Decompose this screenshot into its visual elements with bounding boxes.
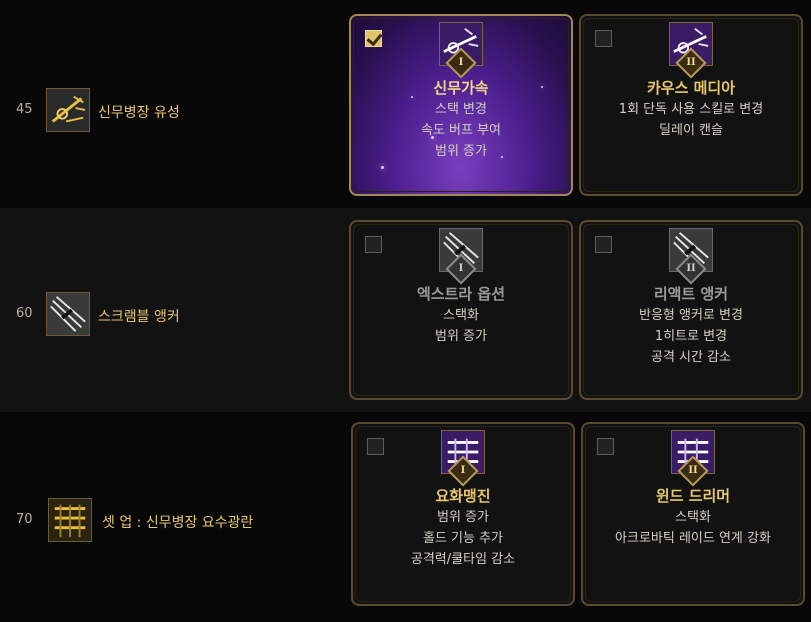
tripod-option-card[interactable]: I 신무가속 스택 변경 속도 버프 부여 범위 증가 [349, 14, 573, 196]
skill-level: 60 [16, 306, 33, 321]
tripod-row-60: 60 스크램블 앵커 I 엑스트라 옵션 스택화 범위 증가 II 리액트 앵커… [0, 208, 811, 412]
option-title: 카우스 메디아 [646, 79, 736, 97]
option-title: 윈드 드리머 [655, 487, 731, 505]
option-title: 엑스트라 옵션 [416, 285, 506, 303]
skill-level: 45 [16, 102, 33, 117]
option-checkbox[interactable] [365, 30, 382, 47]
option-description: 스택 변경 속도 버프 부여 범위 증가 [420, 102, 502, 159]
option-title: 신무가속 [433, 79, 489, 97]
option-checkbox[interactable] [595, 236, 612, 253]
option-title: 요화맹진 [435, 487, 491, 505]
option-checkbox[interactable] [595, 30, 612, 47]
option-description: 스택화 아크로바틱 레이드 연계 강화 [615, 510, 771, 546]
tripod-option-card[interactable]: II 윈드 드리머 스택화 아크로바틱 레이드 연계 강화 [581, 422, 805, 606]
tripod-option-card[interactable]: I 엑스트라 옵션 스택화 범위 증가 [349, 220, 573, 400]
yosu-gwangran-icon[interactable] [48, 498, 92, 542]
skill-name: 셋 업 : 신무병장 요수광란 [102, 515, 254, 531]
tripod-option-card[interactable]: II 카우스 메디아 1회 단독 사용 스킬로 변경 딜레이 캔슬 [579, 14, 803, 196]
option-title: 리액트 앵커 [653, 285, 729, 303]
option-checkbox[interactable] [597, 438, 614, 455]
scramble-anchor-icon[interactable] [46, 292, 90, 336]
option-description: 1회 단독 사용 스킬로 변경 딜레이 캔슬 [618, 102, 764, 138]
option-description: 범위 증가 홀드 기능 추가 공격력/쿨타임 감소 [410, 510, 516, 567]
option-checkbox[interactable] [367, 438, 384, 455]
comet-spear-icon[interactable] [46, 88, 90, 132]
tripod-option-card[interactable]: II 리액트 앵커 반응형 앵커로 변경 1히트로 변경 공격 시간 감소 [579, 220, 803, 400]
skill-level: 70 [16, 512, 33, 527]
option-description: 반응형 앵커로 변경 1히트로 변경 공격 시간 감소 [639, 308, 743, 365]
tripod-row-70: 70 셋 업 : 신무병장 요수광란 I 요화맹진 범위 증가 홀드 기능 추가… [0, 412, 811, 622]
option-checkbox[interactable] [365, 236, 382, 253]
tripod-option-card[interactable]: I 요화맹진 범위 증가 홀드 기능 추가 공격력/쿨타임 감소 [351, 422, 575, 606]
tripod-row-45: 45 신무병장 유성 I 신무가속 스택 변경 속도 버프 부여 범위 증가 I… [0, 0, 811, 208]
skill-name: 스크램블 앵커 [98, 309, 180, 325]
option-description: 스택화 범위 증가 [435, 308, 487, 344]
skill-name: 신무병장 유성 [98, 105, 180, 121]
